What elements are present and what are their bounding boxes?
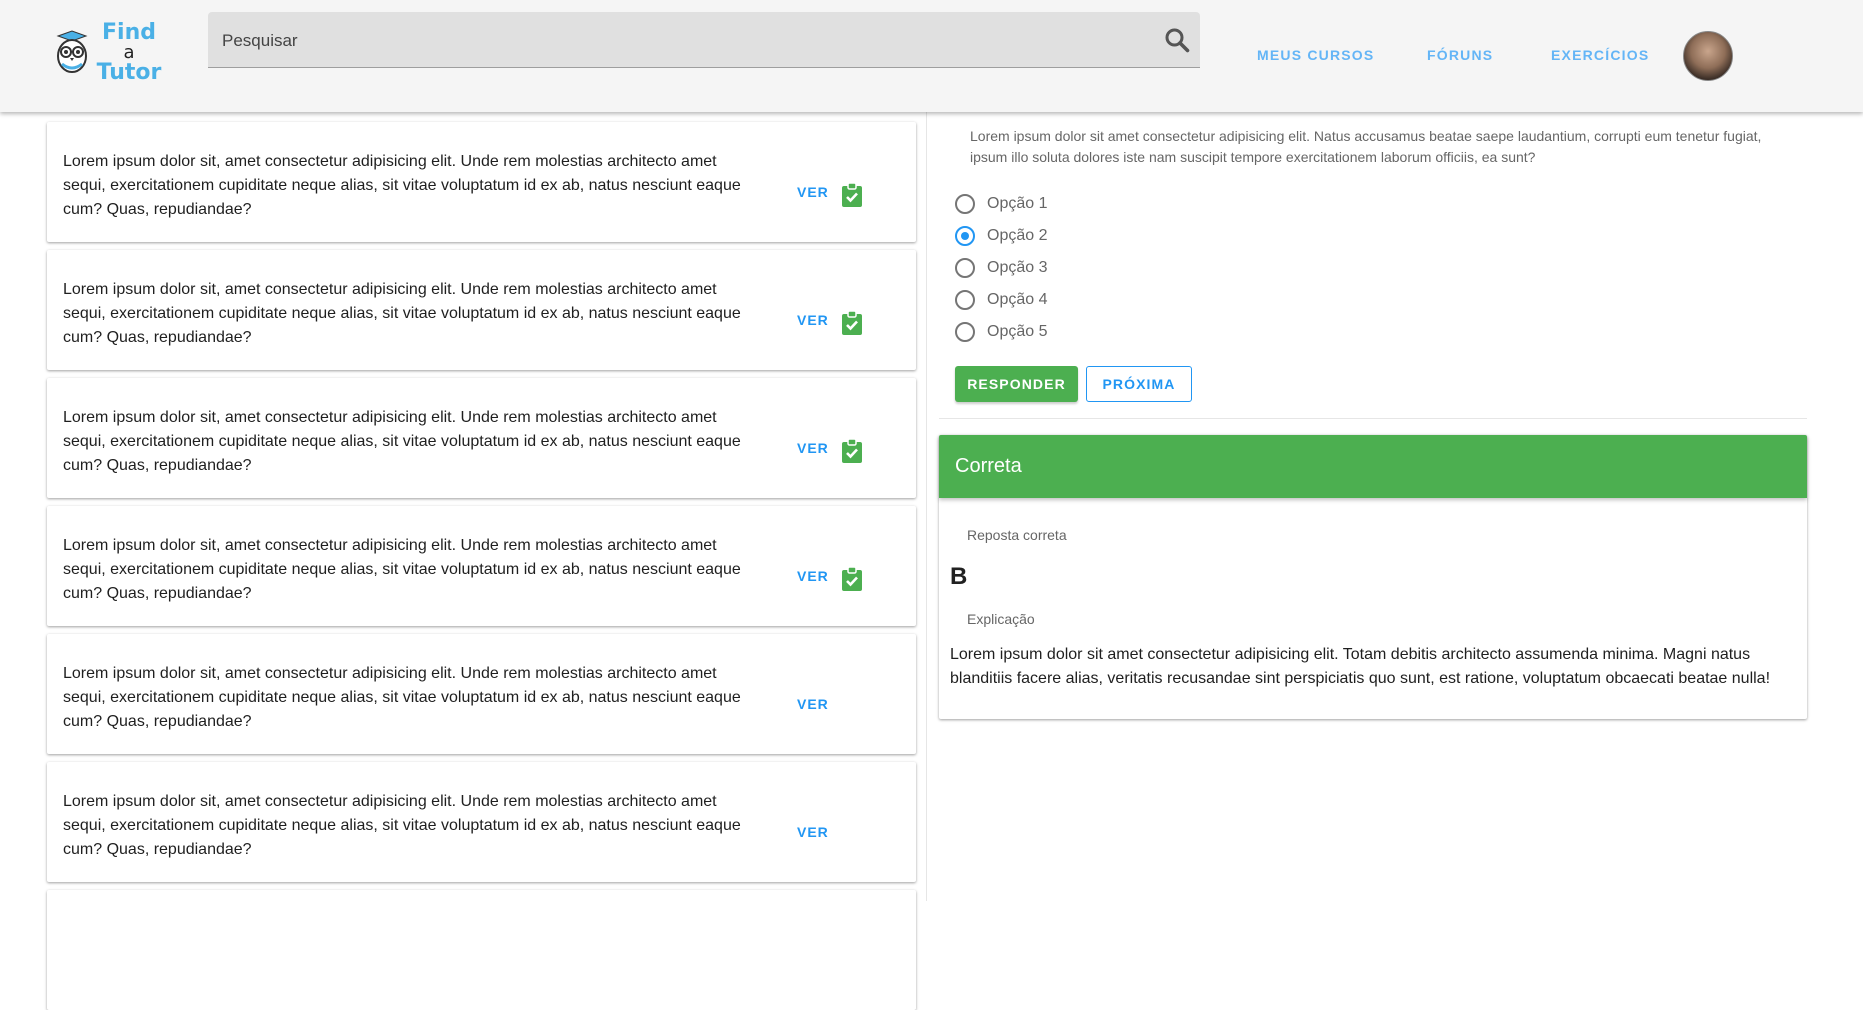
option-label: Opção 4	[987, 291, 1048, 308]
ver-button[interactable]: VER	[797, 312, 829, 328]
radio-button[interactable]	[955, 226, 975, 246]
exercise-text: Lorem ipsum dolor sit, amet consectetur …	[63, 793, 741, 858]
radio-button[interactable]	[955, 290, 975, 310]
ver-button[interactable]: VER	[797, 440, 829, 456]
clipboard-check-icon	[842, 183, 862, 207]
answer-status: Correta	[955, 455, 1022, 477]
nav-exercicios[interactable]: EXERCÍCIOS	[1551, 47, 1649, 63]
search-input[interactable]	[220, 12, 1124, 69]
responder-button[interactable]: RESPONDER	[955, 366, 1078, 402]
exercise-card: Lorem ipsum dolor sit, amet consectetur …	[47, 634, 916, 754]
exercise-card: Lorem ipsum dolor sit, amet consectetur …	[47, 122, 916, 242]
section-divider	[939, 418, 1807, 419]
exercise-card: Lorem ipsum dolor sit, amet consectetur …	[47, 250, 916, 370]
explanation-text: Lorem ipsum dolor sit amet consectetur a…	[950, 646, 1771, 687]
exercise-text: Lorem ipsum dolor sit, amet consectetur …	[63, 537, 741, 602]
proxima-button[interactable]: PRÓXIMA	[1086, 366, 1192, 402]
search-icon[interactable]	[1164, 27, 1190, 53]
option-label: Opção 1	[987, 195, 1048, 212]
ver-button[interactable]: VER	[797, 568, 829, 584]
exercise-text: Lorem ipsum dolor sit, amet consectetur …	[63, 409, 741, 474]
question-text: Lorem ipsum dolor sit amet consectetur a…	[970, 128, 1762, 165]
clipboard-check-icon	[842, 311, 862, 335]
logo-wordmark: Find a Tutor	[94, 22, 164, 84]
ver-button[interactable]: VER	[797, 184, 829, 200]
exercise-card: Lorem ipsum dolor sit, amet consectetur …	[47, 378, 916, 498]
column-divider	[926, 112, 927, 901]
option-label: Opção 2	[987, 227, 1048, 244]
exercise-card: Lorem ipsum dolor sit, amet consectetur …	[47, 506, 916, 626]
correct-answer: B	[950, 563, 968, 590]
logo-line-1: Find	[102, 20, 156, 45]
search-bar	[208, 12, 1200, 69]
answer-status-header: Correta	[939, 435, 1807, 498]
correct-answer-label: Reposta correta	[967, 527, 1067, 543]
exercise-card	[47, 890, 916, 1010]
owl-logo-icon	[56, 30, 88, 73]
clipboard-check-icon	[842, 439, 862, 463]
radio-button[interactable]	[955, 322, 975, 342]
clipboard-check-icon	[842, 567, 862, 591]
logo-line-3: Tutor	[96, 60, 162, 85]
ver-button[interactable]: VER	[797, 824, 829, 840]
avatar[interactable]	[1683, 31, 1733, 81]
nav-foruns[interactable]: FÓRUNS	[1427, 47, 1493, 63]
exercise-text: Lorem ipsum dolor sit, amet consectetur …	[63, 281, 741, 346]
ver-button[interactable]: VER	[797, 696, 829, 712]
exercise-card: Lorem ipsum dolor sit, amet consectetur …	[47, 762, 916, 882]
top-bar: Find a Tutor MEUS CURSOS FÓRUNS EXERCÍCI…	[0, 0, 1863, 112]
option-label: Opção 5	[987, 323, 1048, 340]
explanation-label: Explicação	[967, 611, 1035, 627]
exercise-text: Lorem ipsum dolor sit, amet consectetur …	[63, 665, 741, 730]
answer-card: Correta Reposta correta B Explicação Lor…	[939, 435, 1807, 719]
radio-button[interactable]	[955, 194, 975, 214]
nav-meus-cursos[interactable]: MEUS CURSOS	[1257, 47, 1374, 63]
app-logo[interactable]: Find a Tutor	[54, 22, 164, 84]
option-label: Opção 3	[987, 259, 1048, 276]
exercise-text: Lorem ipsum dolor sit, amet consectetur …	[63, 153, 741, 218]
radio-button[interactable]	[955, 258, 975, 278]
